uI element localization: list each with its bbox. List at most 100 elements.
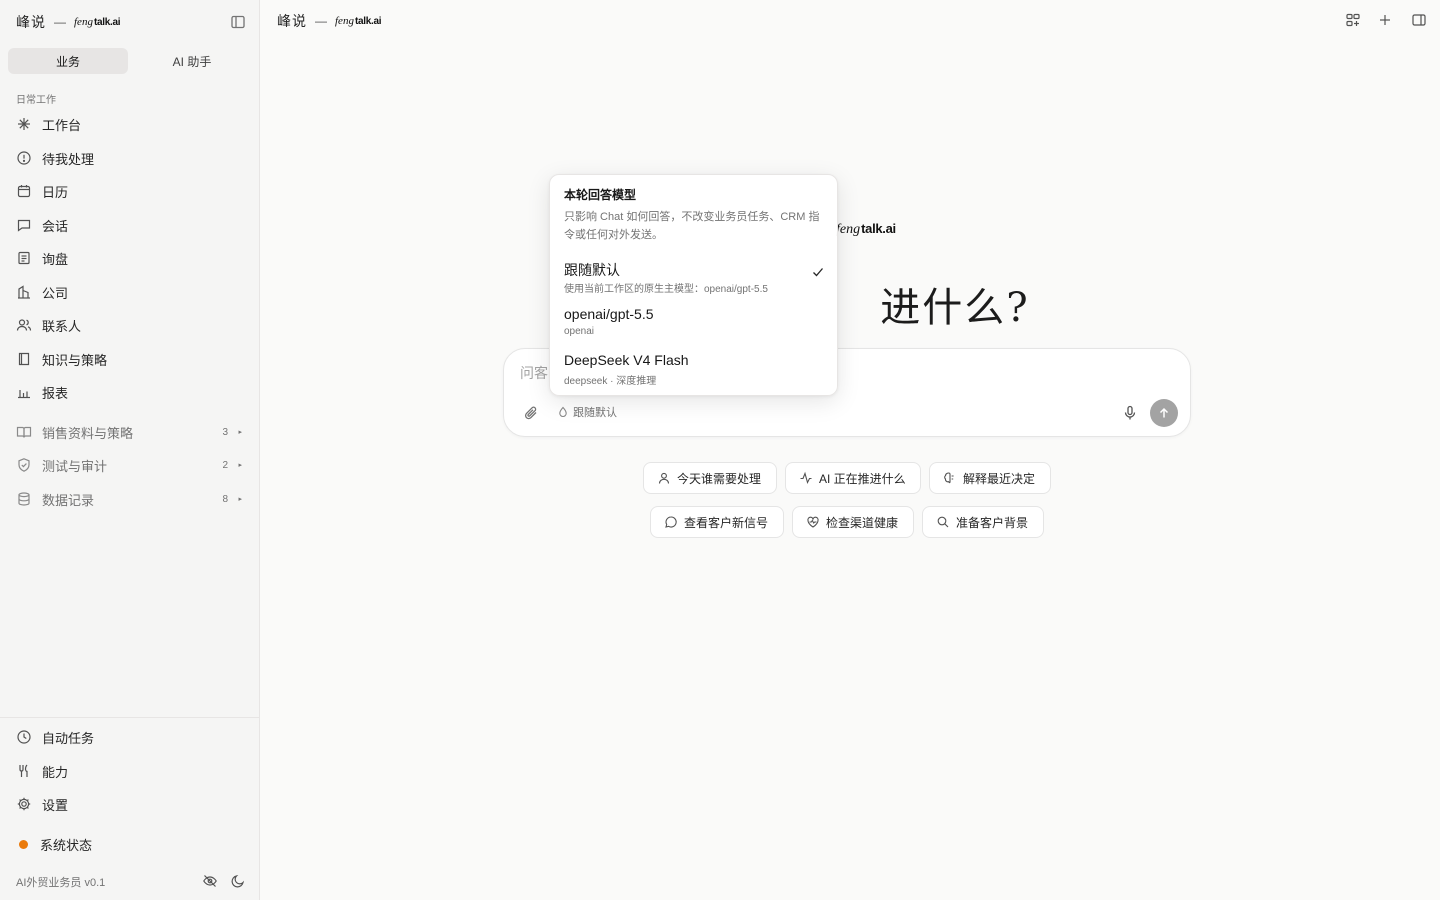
sidebar-brand: 峰说 — feng talk.ai xyxy=(16,13,121,31)
suggestion-customer-signals[interactable]: 查看客户新信号 xyxy=(650,506,784,538)
sidebar-divider xyxy=(0,717,259,718)
heart-pulse-icon xyxy=(806,515,820,529)
system-status[interactable]: 系统状态 xyxy=(8,829,252,859)
suggestion-explain-decisions[interactable]: 解释最近决定 xyxy=(929,462,1051,494)
paperclip-icon[interactable] xyxy=(522,404,540,422)
hero-logo: feng talk.ai xyxy=(836,221,896,238)
model-selector[interactable]: 跟随默认 xyxy=(557,404,617,420)
model-option-deepseek[interactable]: DeepSeek V4 Flash deepseek · 深度推理 xyxy=(556,350,833,392)
sidebar-item-knowledge[interactable]: 知识与策略 xyxy=(8,344,252,374)
status-dot xyxy=(19,839,28,849)
bar-chart-icon xyxy=(16,384,32,400)
sidebar-group-data-records[interactable]: 数据记录 8 ▸ xyxy=(8,484,252,514)
moon-icon[interactable] xyxy=(230,873,246,889)
section-label-daily: 日常工作 xyxy=(16,95,56,106)
sidebar-item-label: 日历 xyxy=(42,184,69,200)
right-panel-icon[interactable] xyxy=(1411,12,1427,28)
sidebar-item-label: 工作台 xyxy=(42,117,82,133)
contacts-icon xyxy=(16,317,32,333)
sidebar-group-tests-audit[interactable]: 测试与审计 2 ▸ xyxy=(8,450,252,480)
arrow-up-icon xyxy=(1159,407,1169,418)
system-status-label: 系统状态 xyxy=(40,837,93,853)
brand-dash: — xyxy=(54,15,66,29)
sidebar-item-settings[interactable]: 设置 xyxy=(8,789,252,819)
menu-description: 只影响 Chat 如何回答，不改变业务员任务、CRM 指令或任何对外发送。 xyxy=(564,211,820,241)
model-option-default[interactable]: 跟随默认 使用当前工作区的原生主模型：openai/gpt-5.5 xyxy=(556,258,833,300)
building-icon xyxy=(16,284,32,300)
sidebar: 峰说 — feng talk.ai 业务 AI 助手 日常工作 工作台 待我处理 … xyxy=(0,0,260,900)
fengtalk-logo: feng talk.ai xyxy=(335,15,382,27)
sidebar-item-label: 能力 xyxy=(42,764,69,780)
message-icon xyxy=(16,217,32,233)
suggestion-channel-health[interactable]: 检查渠道健康 xyxy=(792,506,914,538)
brand-name: 峰说 xyxy=(16,14,46,30)
database-icon xyxy=(16,491,32,507)
chevron-right-icon: ▸ xyxy=(238,496,242,503)
sidebar-item-calendar[interactable]: 日历 xyxy=(8,176,252,206)
sidebar-group-label: 数据记录 xyxy=(42,492,95,508)
model-option-sub: openai xyxy=(564,326,595,337)
suggestion-who-needs-attention[interactable]: 今天谁需要处理 xyxy=(643,462,777,494)
open-book-icon xyxy=(16,424,32,440)
sidebar-toggle-icon[interactable] xyxy=(229,13,247,31)
sidebar-item-workbench[interactable]: 工作台 xyxy=(8,109,252,139)
sidebar-item-label: 会话 xyxy=(42,218,69,234)
model-option-sub: 使用当前工作区的原生主模型：openai/gpt-5.5 xyxy=(564,284,768,295)
suggestion-customer-background[interactable]: 准备客户背景 xyxy=(922,506,1044,538)
chip-label: 今天谁需要处理 xyxy=(677,471,762,486)
widgets-icon[interactable] xyxy=(1345,12,1361,28)
brand-dash: — xyxy=(315,14,327,28)
logo-feng: feng xyxy=(74,16,93,28)
sparkle-icon xyxy=(16,116,32,132)
sidebar-group-label: 销售资料与策略 xyxy=(42,425,134,441)
sidebar-item-auto-tasks[interactable]: 自动任务 xyxy=(8,722,252,752)
logo-feng: feng xyxy=(836,222,861,237)
chip-label: 检查渠道健康 xyxy=(826,515,899,530)
eye-off-icon[interactable] xyxy=(202,873,218,889)
calendar-icon xyxy=(16,183,32,199)
model-option-sub: deepseek · 深度推理 xyxy=(564,376,657,387)
activity-icon xyxy=(799,471,813,485)
logo-talk: talk.ai xyxy=(354,16,382,27)
app-version: AI外贸业务员 v0.1 xyxy=(16,877,106,889)
menu-title: 本轮回答模型 xyxy=(564,188,637,202)
sidebar-item-label: 自动任务 xyxy=(42,730,95,746)
alert-circle-icon xyxy=(16,150,32,166)
sidebar-item-contacts[interactable]: 联系人 xyxy=(8,310,252,340)
user-icon xyxy=(657,471,671,485)
tab-business[interactable]: 业务 xyxy=(8,48,128,74)
group-count: 3 xyxy=(222,426,228,438)
clock-icon xyxy=(16,729,32,745)
chevron-right-icon: ▸ xyxy=(238,429,242,436)
group-count: 8 xyxy=(222,493,228,505)
sidebar-item-label: 询盘 xyxy=(42,251,69,267)
shield-check-icon xyxy=(16,457,32,473)
sidebar-item-conversations[interactable]: 会话 xyxy=(8,210,252,240)
sidebar-item-inquiries[interactable]: 询盘 xyxy=(8,243,252,273)
inquiry-icon xyxy=(16,250,32,266)
model-dropdown-menu: 本轮回答模型 只影响 Chat 如何回答，不改变业务员任务、CRM 指令或任何对… xyxy=(549,174,838,396)
sidebar-item-label: 设置 xyxy=(42,797,69,813)
suggestion-ai-progress[interactable]: AI 正在推进什么 xyxy=(785,462,921,494)
sidebar-item-capabilities[interactable]: 能力 xyxy=(8,756,252,786)
tab-ai-assistant[interactable]: AI 助手 xyxy=(132,48,252,74)
model-option-gpt[interactable]: openai/gpt-5.5 openai xyxy=(556,304,833,346)
brand-name: 峰说 xyxy=(277,13,307,29)
chip-label: 查看客户新信号 xyxy=(684,515,769,530)
sidebar-item-companies[interactable]: 公司 xyxy=(8,277,252,307)
book-icon xyxy=(16,351,32,367)
topbar-brand: 峰说 — feng talk.ai xyxy=(277,12,382,30)
send-button[interactable] xyxy=(1150,399,1178,427)
check-icon xyxy=(811,265,825,279)
plus-icon[interactable] xyxy=(1377,12,1393,28)
chip-label: 准备客户背景 xyxy=(956,515,1029,530)
sidebar-item-reports[interactable]: 报表 xyxy=(8,377,252,407)
group-count: 2 xyxy=(222,459,228,471)
microphone-icon[interactable] xyxy=(1121,404,1139,422)
sidebar-mode-switch: 业务 AI 助手 xyxy=(8,48,252,74)
logo-talk: talk.ai xyxy=(861,221,896,236)
model-option-label: 跟随默认 xyxy=(564,262,620,278)
sidebar-item-my-todo[interactable]: 待我处理 xyxy=(8,143,252,173)
sidebar-group-sales-materials[interactable]: 销售资料与策略 3 ▸ xyxy=(8,417,252,447)
chevron-right-icon: ▸ xyxy=(238,462,242,469)
